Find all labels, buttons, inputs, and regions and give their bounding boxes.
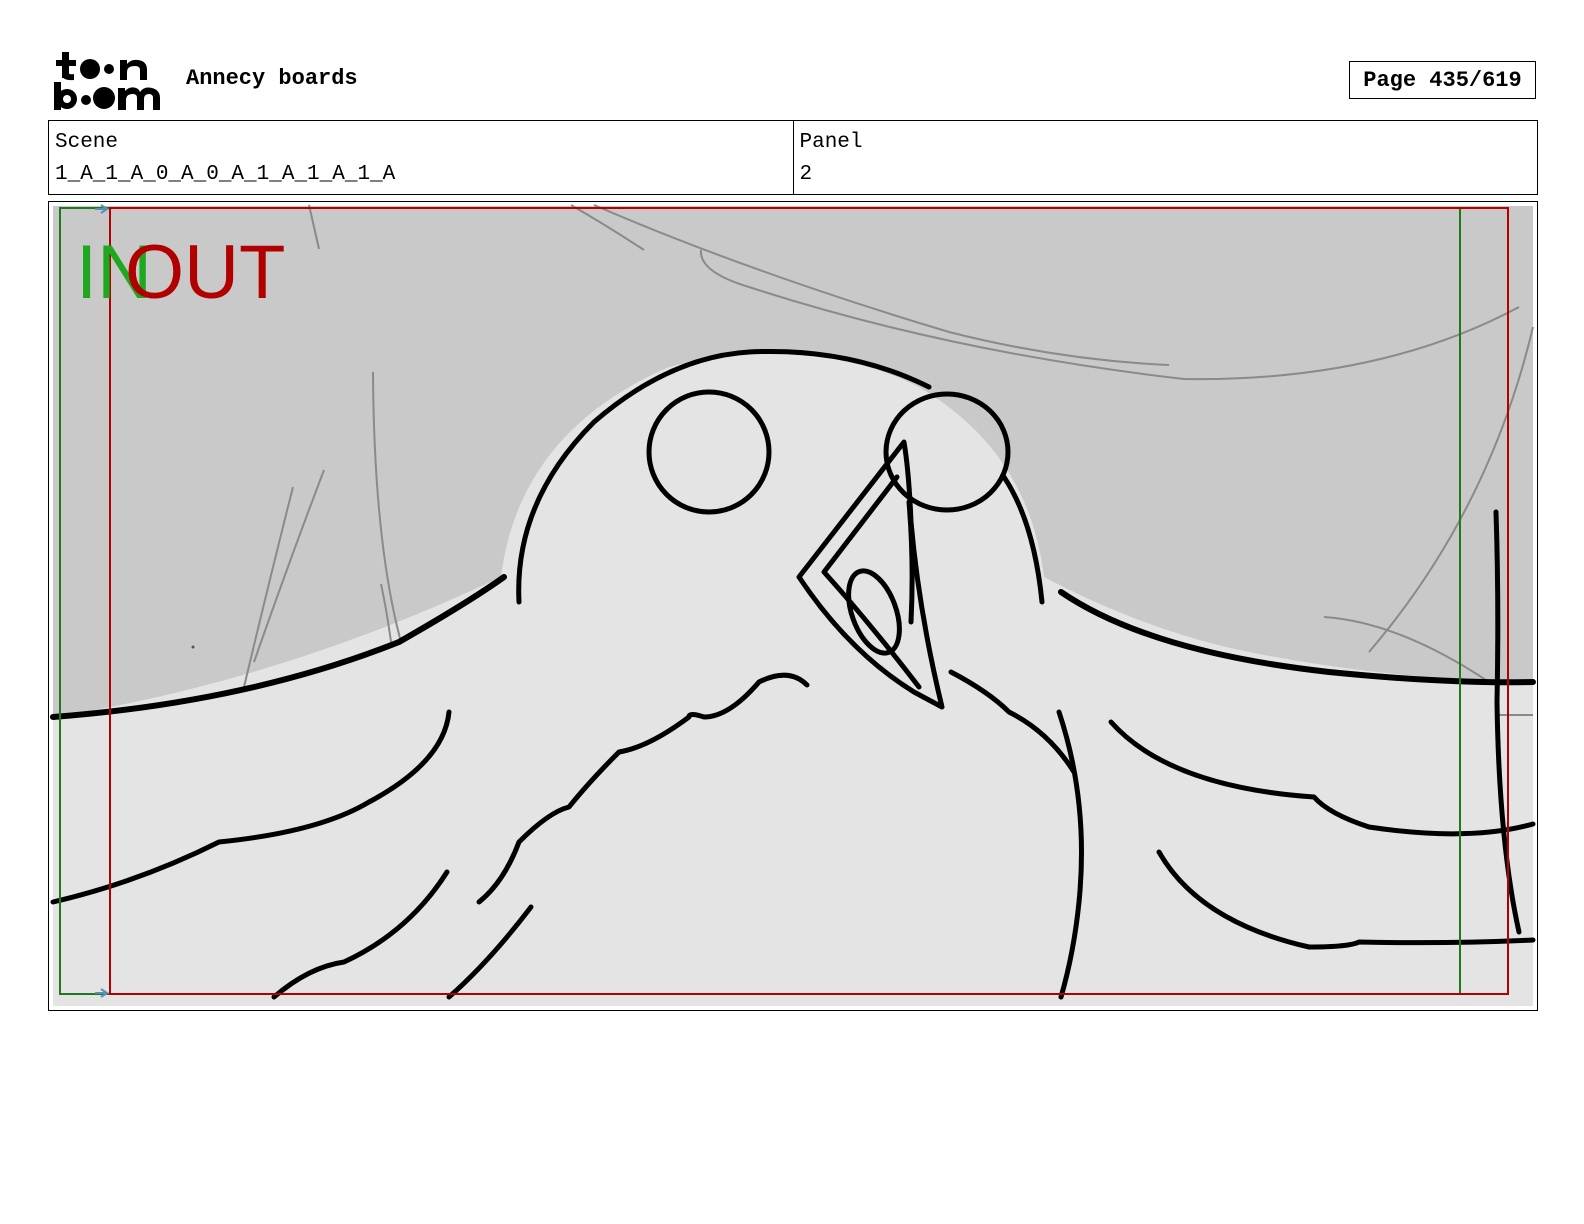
scene-panel-info: Scene 1_A_1_A_0_A_0_A_1_A_1_A_1_A Panel … — [48, 120, 1538, 195]
storyboard-panel: IN OUT — [48, 201, 1538, 1011]
toon-boom-logo — [52, 50, 164, 112]
out-label: OUT — [125, 230, 285, 315]
page-label: Page 435/619 — [1363, 67, 1522, 93]
panel-value: 2 — [799, 163, 813, 186]
panel-label: Panel — [799, 131, 863, 154]
panel-cell: Panel 2 — [792, 121, 1538, 194]
logo-graphic — [54, 52, 160, 110]
scene-cell: Scene 1_A_1_A_0_A_0_A_1_A_1_A_1_A — [49, 121, 793, 194]
panel-drawing: IN OUT — [50, 204, 1536, 1006]
project-title: Annecy boards — [186, 66, 358, 91]
scene-value: 1_A_1_A_0_A_0_A_1_A_1_A_1_A — [55, 163, 396, 186]
sketch-dot — [191, 645, 195, 649]
scene-label: Scene — [55, 131, 119, 154]
page-indicator: Page 435/619 — [1349, 61, 1536, 99]
